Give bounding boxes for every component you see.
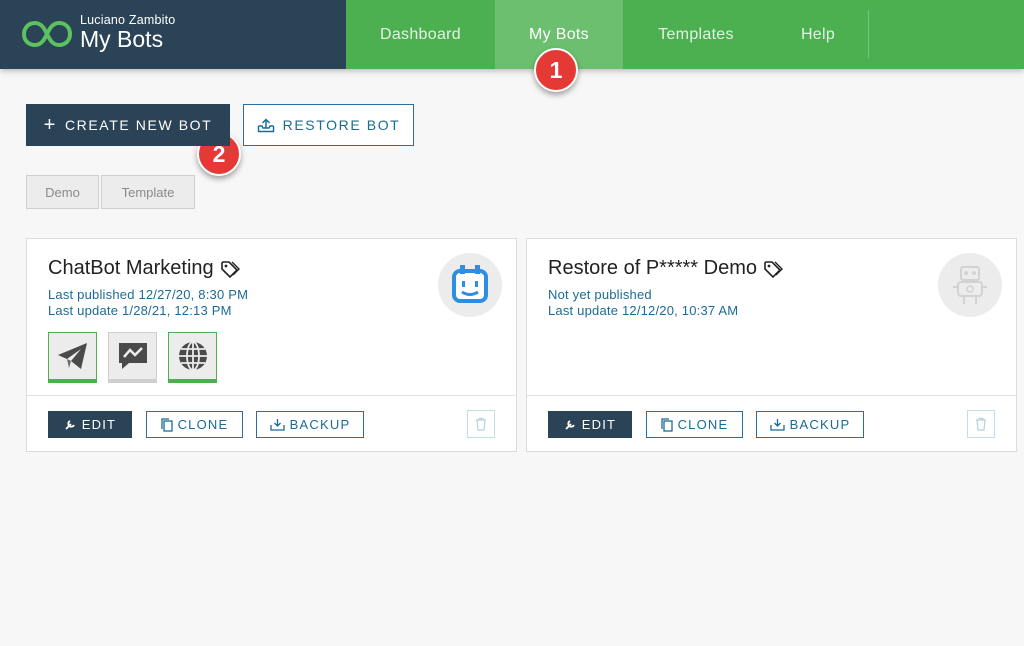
bot-name: ChatBot Marketing (48, 257, 214, 279)
channel-web[interactable] (168, 332, 217, 383)
copy-icon (160, 417, 173, 432)
globe-icon (178, 341, 207, 371)
upload-tray-icon (257, 118, 274, 133)
edit-label: EDIT (81, 417, 117, 432)
tag-icon[interactable] (220, 260, 240, 278)
download-tray-icon (770, 419, 785, 431)
bot-avatar (938, 253, 1002, 317)
filter-demo[interactable]: Demo (26, 175, 99, 209)
step-badge-1: 1 (534, 48, 578, 92)
robot-face-icon (452, 265, 488, 303)
wrench-icon (65, 420, 75, 430)
bot-published-date: Not yet published (548, 287, 652, 302)
bot-card-title[interactable]: ChatBot Marketing (48, 257, 240, 280)
delete-button[interactable] (467, 410, 495, 438)
card-divider (527, 395, 1016, 396)
create-new-bot-label: CREATE NEW BOT (64, 117, 213, 133)
clone-button[interactable]: CLONE (146, 411, 243, 438)
clone-label: CLONE (677, 417, 729, 432)
channel-telegram[interactable] (48, 332, 97, 383)
channel-messenger[interactable] (108, 332, 157, 383)
brand-area: Luciano Zambito My Bots (0, 0, 346, 69)
copy-icon (660, 417, 673, 432)
download-tray-icon (270, 419, 285, 431)
delete-button[interactable] (967, 410, 995, 438)
trash-icon (976, 417, 986, 431)
infinity-logo-icon (22, 20, 72, 48)
nav-templates[interactable]: Templates (623, 0, 769, 69)
nav-separator (868, 10, 869, 58)
top-header: Luciano Zambito My Bots Dashboard My Bot… (0, 0, 1024, 69)
wrench-icon (565, 420, 575, 430)
bot-card-title[interactable]: Restore of P***** Demo (548, 257, 783, 280)
edit-button[interactable]: EDIT (548, 411, 632, 438)
bot-avatar (438, 253, 502, 317)
bot-published-date: Last published 12/27/20, 8:30 PM (48, 287, 249, 302)
user-name: Luciano Zambito (80, 13, 176, 27)
tag-icon[interactable] (763, 260, 783, 278)
filter-template[interactable]: Template (101, 175, 195, 209)
clone-label: CLONE (177, 417, 229, 432)
bot-updated-date: Last update 1/28/21, 12:13 PM (48, 303, 232, 318)
edit-label: EDIT (581, 417, 617, 432)
page-title: My Bots (80, 26, 164, 52)
backup-button[interactable]: BACKUP (756, 411, 864, 438)
card-divider (27, 395, 516, 396)
nav-help[interactable]: Help (769, 0, 867, 69)
plus-icon: + (43, 114, 57, 136)
bot-updated-date: Last update 12/12/20, 10:37 AM (548, 303, 739, 318)
create-new-bot-button[interactable]: + CREATE NEW BOT (26, 104, 230, 146)
trash-icon (476, 417, 486, 431)
main-nav: Dashboard My Bots Templates Help (346, 0, 867, 69)
backup-button[interactable]: BACKUP (256, 411, 364, 438)
telegram-icon (57, 343, 87, 369)
restore-bot-button[interactable]: RESTORE BOT (243, 104, 414, 146)
messenger-icon (118, 343, 147, 369)
clone-button[interactable]: CLONE (646, 411, 743, 438)
bot-card: ChatBot Marketing Last published 12/27/2… (26, 238, 517, 452)
edit-button[interactable]: EDIT (48, 411, 132, 438)
nav-dashboard[interactable]: Dashboard (346, 0, 495, 69)
backup-label: BACKUP (789, 417, 851, 432)
restore-bot-label: RESTORE BOT (282, 117, 401, 133)
bot-card: Restore of P***** Demo Not yet published… (526, 238, 1017, 452)
channel-list (48, 332, 217, 383)
bot-name: Restore of P***** Demo (548, 257, 757, 279)
robot-icon (953, 266, 987, 304)
backup-label: BACKUP (289, 417, 351, 432)
